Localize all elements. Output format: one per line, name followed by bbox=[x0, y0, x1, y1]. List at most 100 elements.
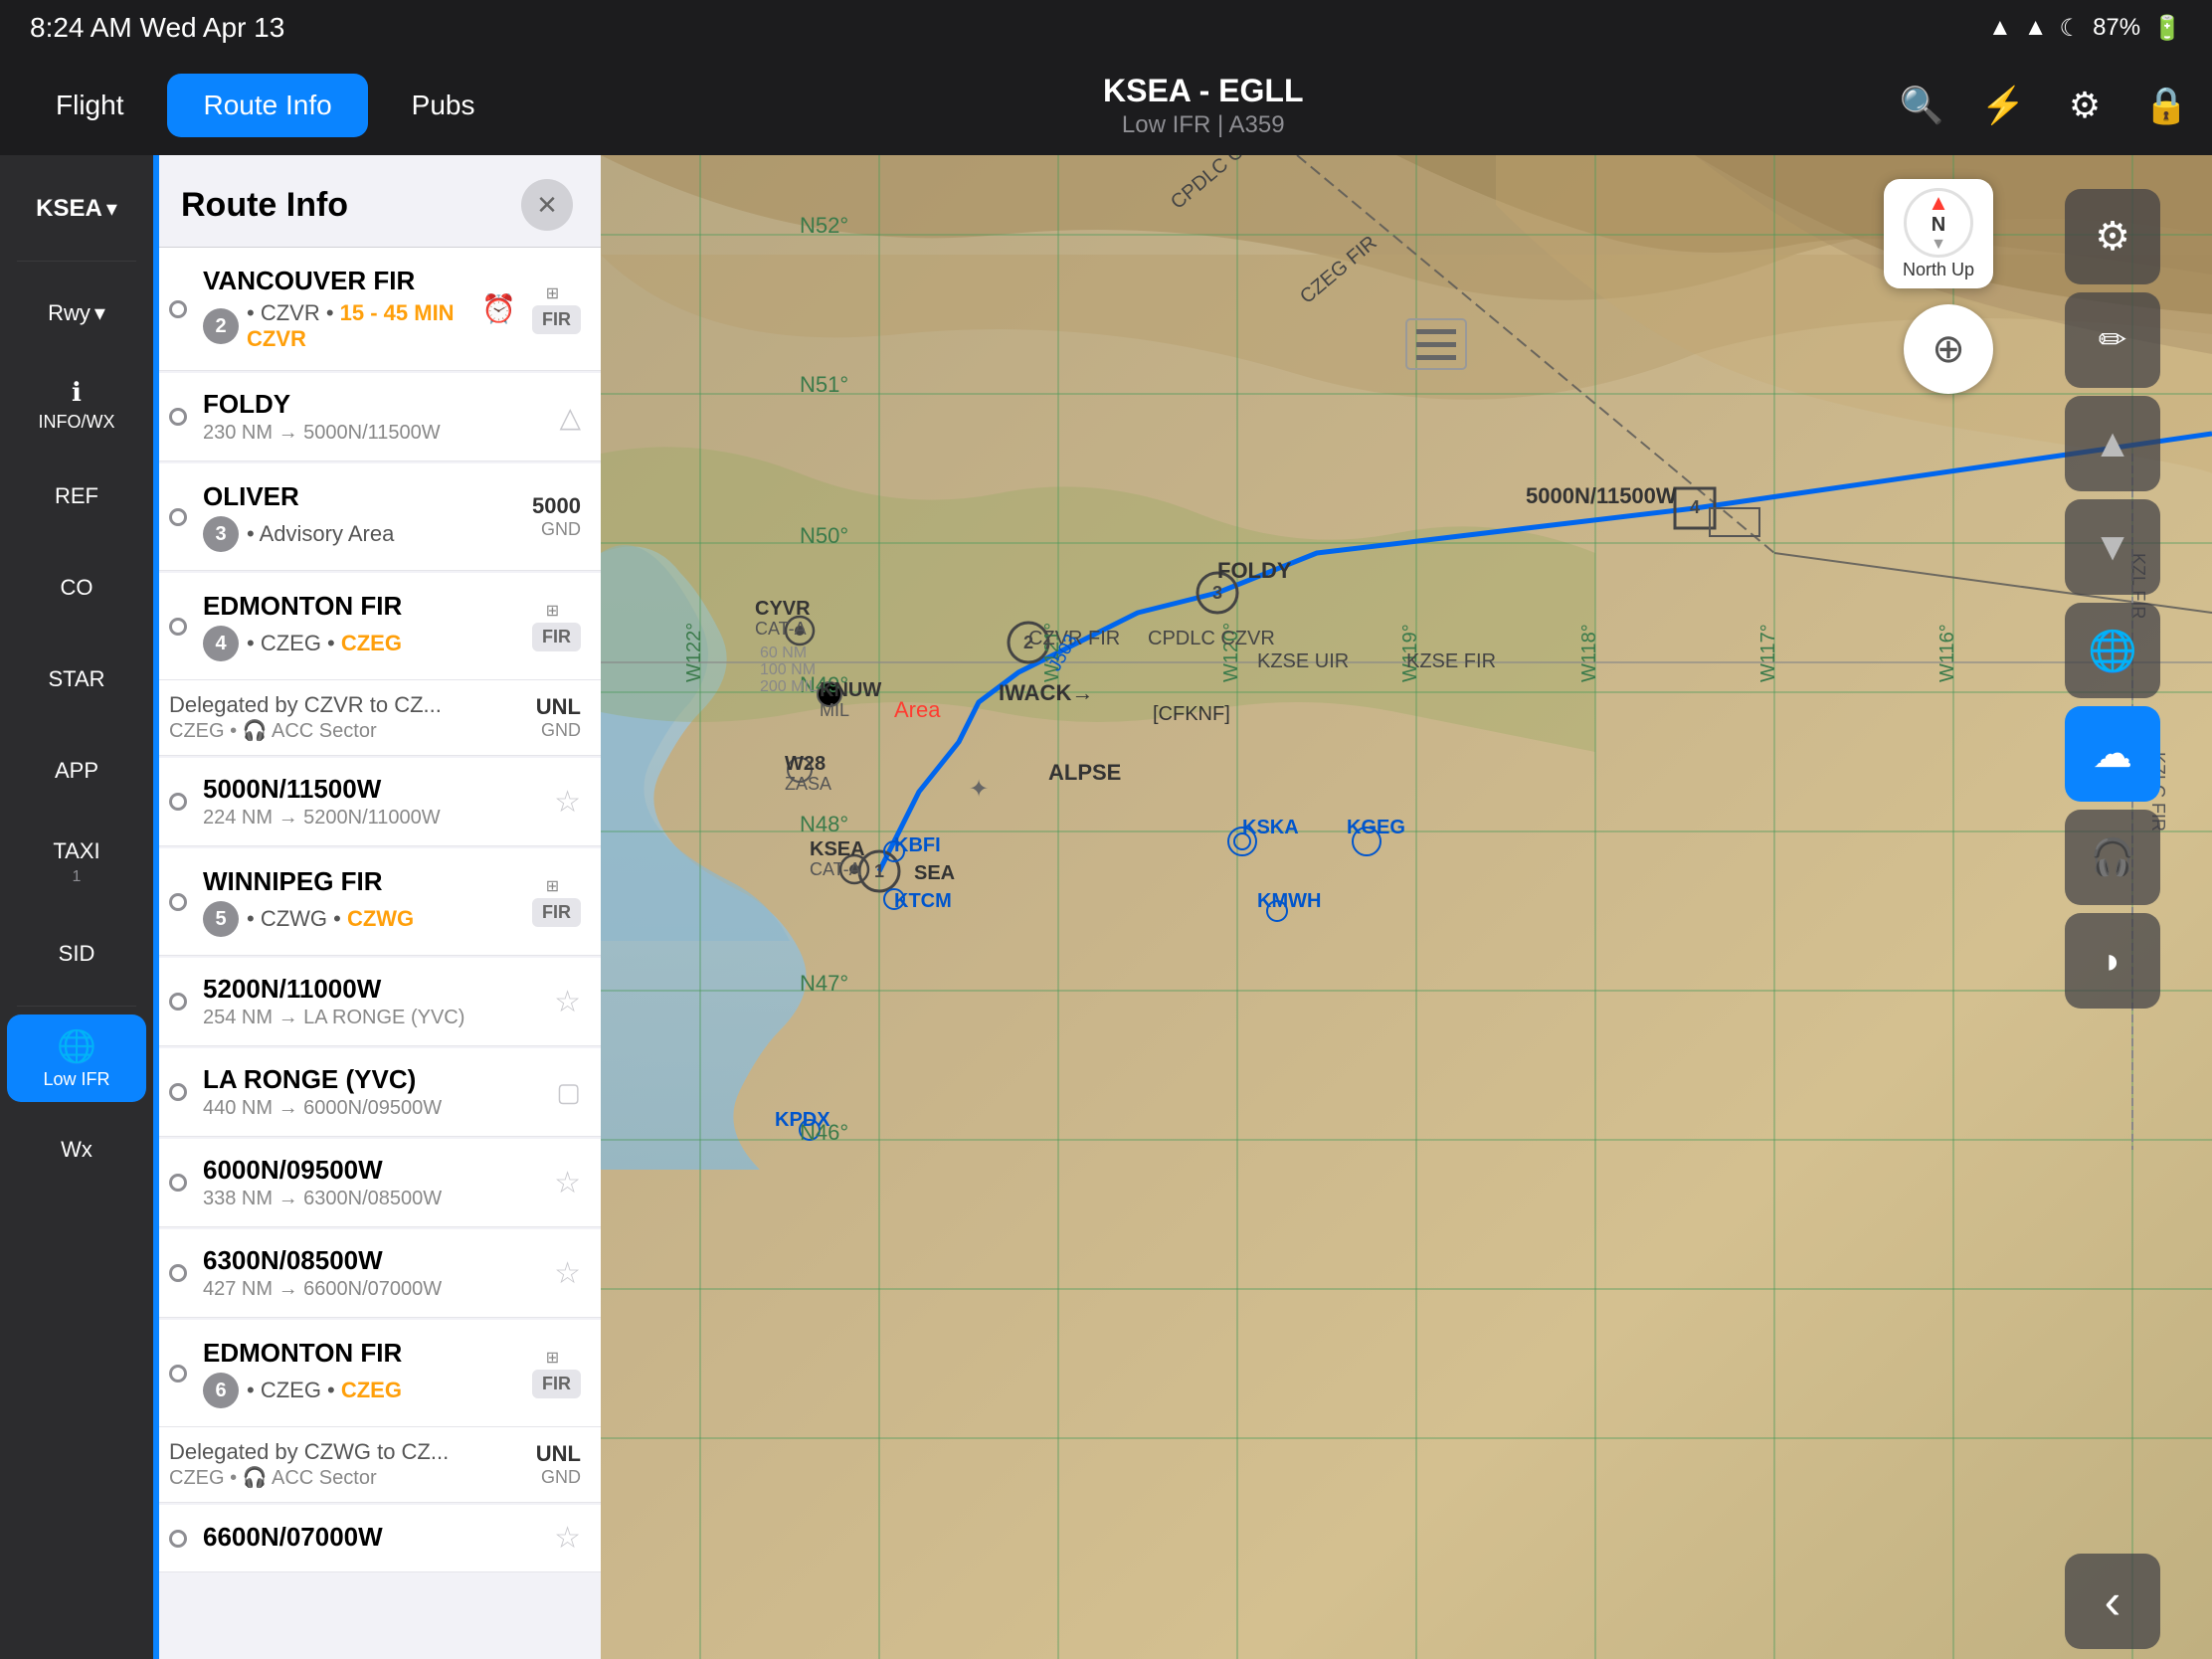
adjust-icon[interactable]: ⊞ FIR bbox=[524, 1348, 581, 1398]
route-section-5200n: 5200N/11000W 254 NM → LA RONGE (YVC) ☆ bbox=[153, 958, 601, 1046]
rwy-label: Rwy bbox=[48, 300, 91, 326]
unl-top: UNL bbox=[536, 1441, 581, 1467]
delegated-content: Delegated by CZWG to CZ... CZEG • 🎧 ACC … bbox=[169, 1439, 524, 1490]
fir-badge: FIR bbox=[532, 1370, 581, 1398]
top-nav: Flight Route Info Pubs KSEA - EGLL Low I… bbox=[0, 56, 2212, 155]
compass-circle: ▲ N ▼ bbox=[1904, 188, 1973, 258]
headphones-button[interactable]: 🎧 bbox=[2065, 810, 2160, 905]
vancouver-fir-header[interactable]: VANCOUVER FIR 2 • CZVR • 15 - 45 MIN CZV… bbox=[153, 248, 601, 371]
tab-route-info[interactable]: Route Info bbox=[167, 74, 367, 137]
6300n-waypoint[interactable]: 6300N/08500W 427 NM → 6600N/07000W ☆ bbox=[153, 1229, 601, 1318]
6000n-waypoint[interactable]: 6000N/09500W 338 NM → 6300N/08500W ☆ bbox=[153, 1139, 601, 1227]
edmonton-fir-header[interactable]: EDMONTON FIR 4 • CZEG • CZEG ⊞ FIR bbox=[153, 573, 601, 680]
sidebar-item-star[interactable]: STAR bbox=[7, 636, 146, 723]
sidebar-item-app[interactable]: APP bbox=[7, 727, 146, 815]
waypoint-name: 5000N/11500W bbox=[203, 774, 544, 805]
sidebar-item-ksea[interactable]: KSEA ▾ bbox=[7, 165, 146, 253]
globe-button[interactable]: 🌐 bbox=[2065, 603, 2160, 698]
settings-button[interactable]: ⚙ bbox=[2059, 80, 2111, 131]
svg-text:3: 3 bbox=[1212, 583, 1222, 603]
waypoint-sub: 254 NM → LA RONGE (YVC) bbox=[203, 1007, 544, 1029]
oliver-header[interactable]: OLIVER 3 • Advisory Area 5000 GND bbox=[153, 463, 601, 571]
fir-number-badge: 2 • CZVR • 15 - 45 MIN CZVR bbox=[203, 300, 471, 352]
lightning-button[interactable]: ⚡ bbox=[1977, 80, 2029, 131]
sidebar-item-sid[interactable]: SID bbox=[7, 910, 146, 998]
sidebar-item-low-ifr[interactable]: 🌐 Low IFR bbox=[7, 1014, 146, 1102]
map-area[interactable]: 1 2 3 4 ✦ bbox=[601, 155, 2212, 1659]
clock-icon[interactable]: ⏰ bbox=[481, 292, 516, 325]
route-dot bbox=[169, 1264, 187, 1282]
info-icon: ℹ bbox=[72, 377, 82, 408]
unl-bot: GND bbox=[536, 1467, 581, 1488]
settings-toolbar-button[interactable]: ⚙ bbox=[2065, 189, 2160, 284]
5000n-waypoint[interactable]: 5000N/11500W 224 NM → 5200N/11000W ☆ bbox=[153, 758, 601, 846]
svg-text:CPDLC CZVR: CPDLC CZVR bbox=[1148, 628, 1275, 649]
czeg-orange-6: CZEG bbox=[341, 1378, 402, 1402]
sidebar-item-info-wx[interactable]: ℹ INFO/WX bbox=[7, 361, 146, 449]
winnipeg-fir-header[interactable]: WINNIPEG FIR 5 • CZWG • CZWG ⊞ FIR bbox=[153, 848, 601, 956]
sidebar-item-wx[interactable]: Wx bbox=[7, 1106, 146, 1194]
fir-content: VANCOUVER FIR 2 • CZVR • 15 - 45 MIN CZV… bbox=[203, 266, 471, 352]
route-list[interactable]: VANCOUVER FIR 2 • CZVR • 15 - 45 MIN CZV… bbox=[153, 248, 601, 1659]
route-dot bbox=[169, 893, 187, 911]
triangle-up-button[interactable]: ▲ bbox=[2065, 396, 2160, 491]
globe-icon: 🌐 bbox=[57, 1027, 96, 1065]
gps-button[interactable]: ⊕ bbox=[1904, 304, 1993, 394]
lock-button[interactable]: 🔒 bbox=[2140, 80, 2192, 131]
square-icon: ▢ bbox=[556, 1077, 581, 1108]
adjust-icon[interactable]: ⊞ FIR bbox=[524, 876, 581, 927]
route-dot bbox=[169, 1530, 187, 1548]
unl-badge: UNL GND bbox=[536, 1441, 581, 1488]
foldy-waypoint[interactable]: FOLDY 230 NM → 5000N/11500W △ bbox=[153, 373, 601, 461]
cloud-button[interactable]: ☁ bbox=[2065, 706, 2160, 802]
chevron-left-button[interactable]: ‹ bbox=[2065, 1554, 2160, 1649]
delegated-content: Delegated by CZVR to CZ... CZEG • 🎧 ACC … bbox=[169, 692, 524, 743]
halfmoon-button[interactable]: ◗ bbox=[2065, 913, 2160, 1009]
sid-label: SID bbox=[59, 941, 95, 967]
route-section-foldy: FOLDY 230 NM → 5000N/11500W △ bbox=[153, 373, 601, 461]
sidebar-item-taxi[interactable]: TAXI 1 bbox=[7, 819, 146, 906]
route-section-6600n: 6600N/07000W ☆ bbox=[153, 1505, 601, 1572]
5200n-waypoint[interactable]: 5200N/11000W 254 NM → LA RONGE (YVC) ☆ bbox=[153, 958, 601, 1046]
fir-name: VANCOUVER FIR bbox=[203, 266, 471, 296]
route-dot bbox=[169, 618, 187, 636]
delegated-text: Delegated by CZVR to CZ... bbox=[169, 692, 524, 718]
la-ronge-waypoint[interactable]: LA RONGE (YVC) 440 NM → 6000N/09500W ▢ bbox=[153, 1048, 601, 1137]
pen-toolbar-button[interactable]: ✏ bbox=[2065, 292, 2160, 388]
north-up-button[interactable]: ▲ N ▼ North Up bbox=[1884, 179, 1993, 288]
route-subtitle: Low IFR | A359 bbox=[1122, 111, 1285, 139]
adjust-icon[interactable]: ⊞ FIR bbox=[524, 601, 581, 651]
route-section-6300n: 6300N/08500W 427 NM → 6600N/07000W ☆ bbox=[153, 1229, 601, 1318]
tab-flight[interactable]: Flight bbox=[20, 74, 159, 137]
triangle-down-button[interactable]: ▼ bbox=[2065, 499, 2160, 595]
tab-pubs[interactable]: Pubs bbox=[376, 74, 511, 137]
svg-text:Area: Area bbox=[894, 697, 941, 722]
close-button[interactable]: ✕ bbox=[521, 179, 573, 231]
waypoint-name: 6300N/08500W bbox=[203, 1245, 544, 1276]
delegated-text: Delegated by CZWG to CZ... bbox=[169, 1439, 524, 1465]
svg-text:KPDX: KPDX bbox=[775, 1109, 830, 1131]
svg-text:CAT-A: CAT-A bbox=[755, 619, 807, 639]
svg-text:KBFI: KBFI bbox=[894, 834, 941, 856]
left-sidebar: KSEA ▾ Rwy ▾ ℹ INFO/WX REF CO STAR APP T… bbox=[0, 155, 153, 1659]
6600n-waypoint[interactable]: 6600N/07000W ☆ bbox=[153, 1505, 601, 1572]
edmonton-fir-6-header[interactable]: EDMONTON FIR 6 • CZEG • CZEG ⊞ FIR bbox=[153, 1320, 601, 1427]
svg-text:KNUW: KNUW bbox=[820, 679, 881, 701]
status-icons: ▲ ▲ ☾ 87% 🔋 bbox=[1988, 14, 2182, 43]
right-toolbar: ⚙ ✏ ▲ ▼ 🌐 ☁ 🎧 ◗ ‹ bbox=[2013, 179, 2212, 1659]
sidebar-item-ref[interactable]: REF bbox=[7, 453, 146, 540]
taxi-sub: 1 bbox=[73, 868, 82, 886]
search-button[interactable]: 🔍 bbox=[1896, 80, 1947, 131]
adjust-icon[interactable]: ⊞ FIR bbox=[524, 283, 581, 334]
svg-text:200 MIL: 200 MIL bbox=[760, 678, 818, 695]
sidebar-item-rwy[interactable]: Rwy ▾ bbox=[7, 270, 146, 357]
alt-badge: 5000 GND bbox=[532, 493, 581, 540]
sidebar-item-co[interactable]: CO bbox=[7, 544, 146, 632]
fir-content: EDMONTON FIR 4 • CZEG • CZEG bbox=[203, 591, 516, 661]
nav-right: 🔍 ⚡ ⚙ 🔒 bbox=[1896, 80, 2192, 131]
route-section-edmonton-fir-6: EDMONTON FIR 6 • CZEG • CZEG ⊞ FIR Deleg… bbox=[153, 1320, 601, 1503]
unl-top: UNL bbox=[536, 694, 581, 720]
fir-name: OLIVER bbox=[203, 481, 522, 512]
fir-sub: • CZEG • CZEG bbox=[247, 1378, 402, 1403]
svg-text:FOLDY: FOLDY bbox=[1217, 558, 1292, 583]
